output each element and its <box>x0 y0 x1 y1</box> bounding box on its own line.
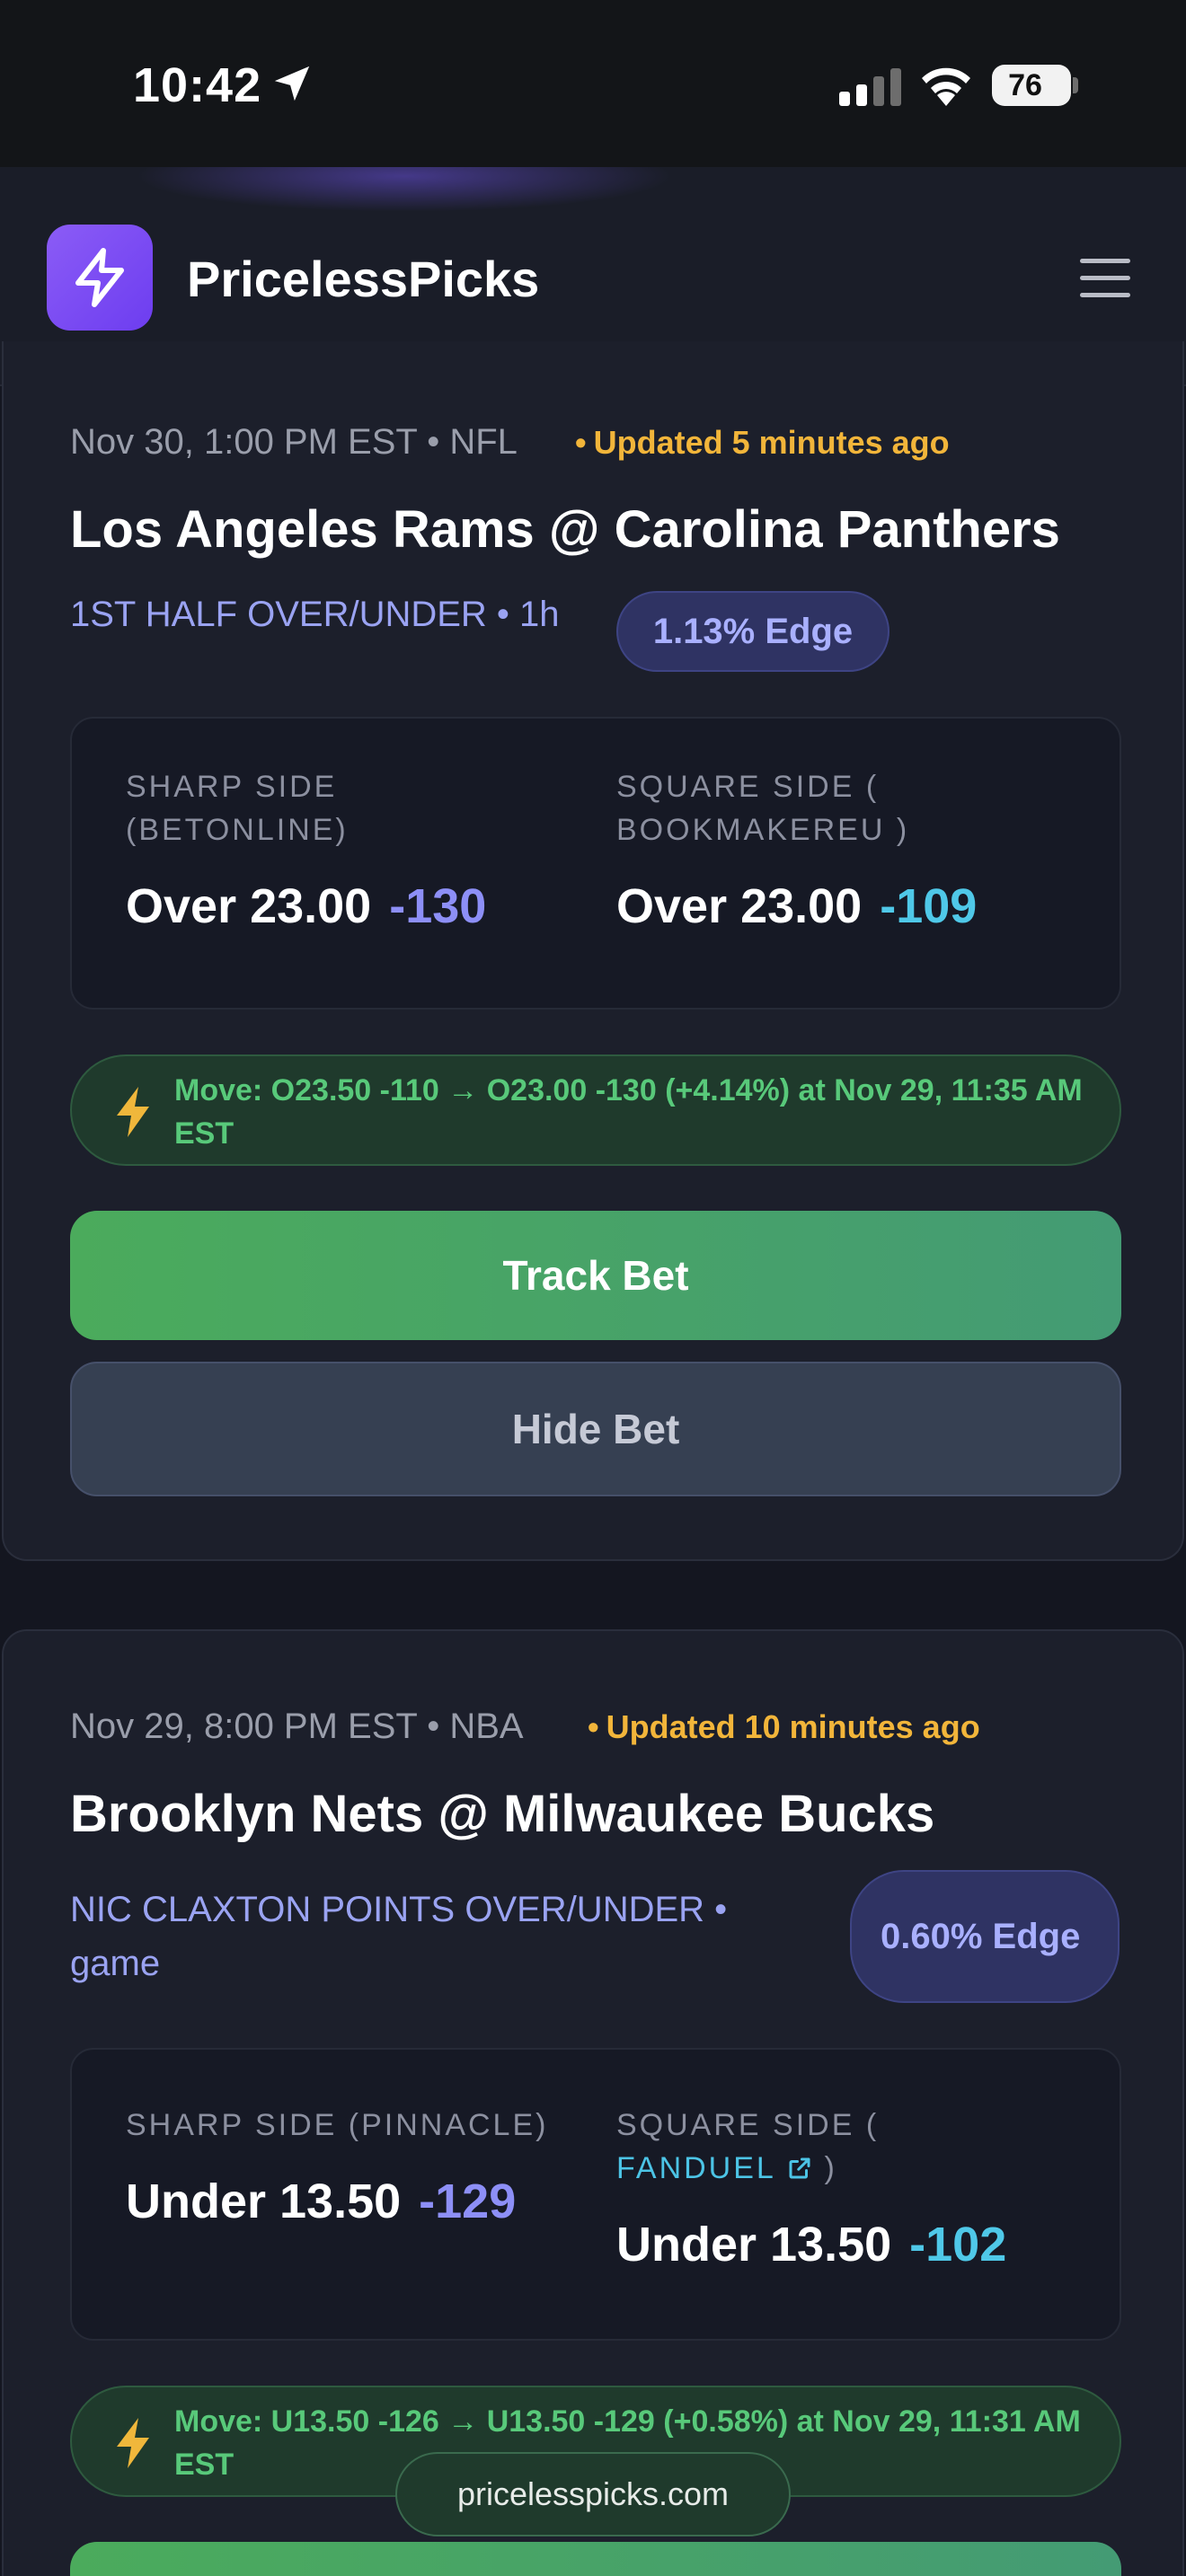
edge-badge: 0.60% Edge <box>850 1870 1120 2003</box>
hide-bet-button[interactable]: Hide Bet <box>70 1362 1121 1496</box>
sportsbook-link[interactable]: FANDUEL <box>616 2151 775 2185</box>
updated-status: • Updated 10 minutes ago <box>588 1708 980 1745</box>
sharp-side-value: Over 23.00 -130 <box>126 879 487 933</box>
logo[interactable] <box>47 225 153 331</box>
brand-name[interactable]: PricelessPicks <box>187 250 539 308</box>
cellular-signal-icon <box>839 68 901 106</box>
line-move-text: Move: O23.50 -110 → O23.00 -130 (+4.14%)… <box>174 1073 1083 1151</box>
updated-status: • Updated 5 minutes ago <box>575 424 950 461</box>
odds-comparison: SHARP SIDE (PINNACLE) Under 13.50 -129 SQ… <box>70 2048 1121 2341</box>
square-side-value: Over 23.00 -109 <box>616 879 978 933</box>
pick-card: Nov 29, 8:00 PM EST • NBA • Updated 10 mi… <box>2 1629 1184 2576</box>
square-side-value: Under 13.50 -102 <box>616 2218 1007 2272</box>
lightning-bolt-icon <box>117 1087 149 1137</box>
battery-icon: 76 <box>992 65 1071 106</box>
lightning-bolt-icon <box>75 248 124 307</box>
pick-card: Nov 30, 1:00 PM EST • NFL • Updated 5 min… <box>2 341 1184 1561</box>
sharp-side-value: Under 13.50 -129 <box>126 2175 517 2228</box>
wifi-icon <box>922 67 970 106</box>
status-time: 10:42 <box>133 58 262 112</box>
square-side-label: SQUARE SIDE ( BOOKMAKEREU ) <box>616 770 910 847</box>
hamburger-menu-icon[interactable] <box>1080 257 1134 300</box>
sharp-side-label: SHARP SIDE (PINNACLE) <box>126 2108 549 2142</box>
sharp-side-label: SHARP SIDE (BETONLINE) <box>126 770 349 847</box>
matchup-title: Los Angeles Rams @ Carolina Panthers <box>70 500 1060 559</box>
header-glow <box>135 167 674 212</box>
market-type: NIC CLAXTON POINTS OVER/UNDER • game <box>70 1890 728 1983</box>
external-link-icon[interactable] <box>786 2155 813 2182</box>
status-bar: 10:42 76 <box>0 0 1186 167</box>
game-meta: Nov 30, 1:00 PM EST • NFL <box>70 422 518 462</box>
game-meta: Nov 29, 8:00 PM EST • NBA <box>70 1707 524 1746</box>
battery-percent: 76 <box>1008 68 1042 102</box>
location-arrow-icon <box>274 66 310 101</box>
matchup-title: Brooklyn Nets @ Milwaukee Bucks <box>70 1785 935 1843</box>
lightning-bolt-icon <box>117 2418 149 2468</box>
track-bet-button-partial[interactable] <box>70 2542 1121 2576</box>
square-side-label: SQUARE SIDE ( FANDUEL ) <box>616 2108 880 2185</box>
line-move-box: Move: O23.50 -110 → O23.00 -130 (+4.14%)… <box>70 1054 1121 1166</box>
battery-nub <box>1073 77 1078 93</box>
market-type: 1ST HALF OVER/UNDER • 1h <box>70 595 560 634</box>
url-bar[interactable]: pricelesspicks.com <box>395 2452 791 2536</box>
track-bet-button[interactable]: Track Bet <box>70 1211 1121 1340</box>
edge-badge: 1.13% Edge <box>616 591 890 672</box>
odds-comparison: SHARP SIDE (BETONLINE) Over 23.00 -130 SQ… <box>70 717 1121 1010</box>
